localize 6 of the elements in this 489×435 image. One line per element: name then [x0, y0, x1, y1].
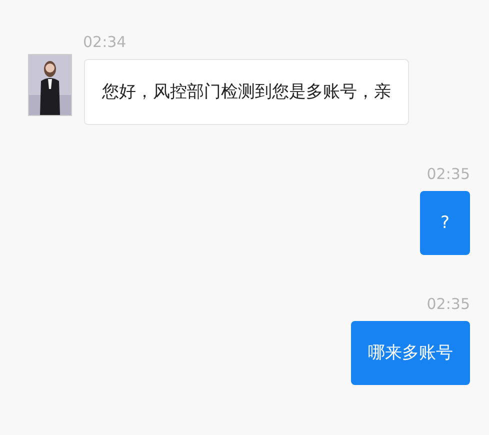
- message-bubble: 您好，风控部门检测到您是多账号，亲: [84, 59, 409, 125]
- message-time: 02:35: [426, 295, 470, 313]
- message-time: 02:34: [82, 33, 128, 51]
- message-bubble: ?: [420, 191, 470, 255]
- message-bubble: 哪来多账号: [351, 321, 470, 385]
- message-time: 02:35: [426, 165, 470, 183]
